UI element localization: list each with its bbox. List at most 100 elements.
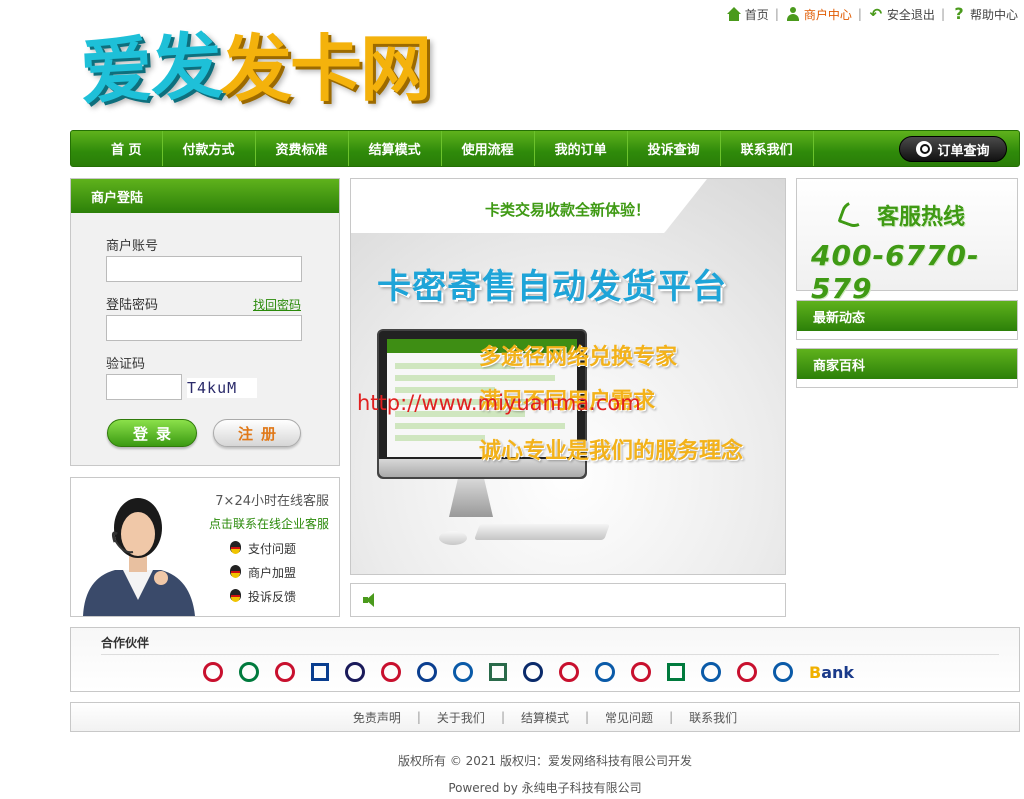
promo-banner[interactable]: 卡类交易收款全新体验！ 卡密寄售自动发货平台 多途径网络兑换专家 满足不同用户需…	[350, 178, 786, 575]
bank-logo-icon[interactable]	[203, 662, 223, 682]
keyboard-illustration	[474, 524, 610, 540]
footer-links: 免责声明 | 关于我们 | 结算模式 | 常见问题 | 联系我们	[70, 702, 1020, 732]
latest-news-box: 最新动态	[796, 300, 1018, 340]
banner-sub1: 多途径网络兑换专家	[479, 345, 678, 370]
hotline-box: 客服热线 400-6770-579	[796, 178, 1018, 305]
login-button[interactable]: 登录	[107, 419, 197, 447]
order-query-button[interactable]: 订单查询	[899, 136, 1007, 162]
partners-section: 合作伙伴 Bank	[70, 627, 1020, 692]
top-link-home[interactable]: 首页	[726, 6, 769, 23]
service-item-merchant-join[interactable]: 商户加盟	[229, 564, 296, 581]
search-icon	[916, 141, 933, 157]
top-link-merchant-center-label: 商户中心	[803, 7, 852, 22]
nav-item-process[interactable]: 使用流程	[442, 131, 535, 166]
user-icon	[785, 6, 801, 22]
order-query-label: 订单查询	[937, 143, 990, 159]
bank-logo-icon[interactable]	[275, 662, 295, 682]
qq-icon	[229, 589, 242, 604]
merchant-wiki-box: 商家百科	[796, 348, 1018, 388]
account-label: 商户账号	[106, 239, 159, 254]
footer-link-disclaimer[interactable]: 免责声明	[337, 709, 417, 726]
top-link-merchant-center[interactable]: 商户中心	[785, 6, 852, 23]
footer-link-faq[interactable]: 常见问题	[589, 709, 669, 726]
top-link-help-label: 帮助中心	[969, 7, 1018, 22]
question-mark-icon: ?	[954, 4, 964, 23]
bank-logo-bank[interactable]: Bank	[809, 663, 854, 682]
register-button[interactable]: 注册	[213, 419, 301, 447]
password-label: 登陆密码	[106, 298, 159, 313]
captcha-image[interactable]: T4kuM	[187, 378, 257, 398]
nav-item-complaints[interactable]: 投诉查询	[628, 131, 721, 166]
bank-logo-icon[interactable]	[631, 662, 651, 682]
service-item-payment[interactable]: 支付问题	[229, 540, 296, 557]
password-input[interactable]	[106, 315, 302, 341]
banner-tagline: 卡类交易收款全新体验！	[485, 201, 651, 219]
footer-link-contact[interactable]: 联系我们	[673, 709, 753, 726]
powered-by-text: Powered by 永纯电子科技有限公司	[448, 781, 642, 795]
mouse-illustration	[439, 531, 467, 545]
top-link-logout-label: 安全退出	[886, 7, 935, 22]
qq-icon	[229, 541, 242, 556]
separator: |	[940, 7, 945, 21]
login-panel: 商户登陆 商户账号 登陆密码 找回密码 验证码 T4kuM 登录 注册	[70, 178, 340, 466]
bank-logo-icon[interactable]	[381, 662, 401, 682]
bank-logo-icon[interactable]	[489, 663, 507, 681]
main-nav: 首 页 付款方式 资费标准 结算模式 使用流程 我的订单 投诉查询 联系我们 订…	[70, 130, 1020, 167]
bank-logo-text-ank: ank	[821, 662, 855, 682]
nav-item-home[interactable]: 首 页	[91, 131, 163, 166]
home-icon	[726, 6, 742, 22]
bank-logo-icon[interactable]	[559, 662, 579, 682]
account-input[interactable]	[106, 256, 302, 282]
service-item-label: 支付问题	[248, 542, 297, 556]
nav-item-payment-methods[interactable]: 付款方式	[163, 131, 256, 166]
footer-link-settlement[interactable]: 结算模式	[505, 709, 585, 726]
top-link-help[interactable]: ? 帮助中心	[951, 6, 1018, 23]
login-panel-title: 商户登陆	[71, 179, 339, 213]
banner-sub3: 诚心专业是我们的服务理念	[479, 439, 744, 464]
monitor-stand	[449, 479, 493, 517]
site-logo[interactable]: 爱发 发卡网	[78, 16, 432, 114]
customer-service-panel: 7×24小时在线客服 点击联系在线企业客服 支付问题 商户加盟 投诉反馈	[70, 477, 340, 617]
qq-icon	[229, 565, 242, 580]
hotline-title: 客服热线	[877, 205, 966, 230]
footer-link-about[interactable]: 关于我们	[421, 709, 501, 726]
hotline-number: 400-6770-579	[811, 239, 980, 305]
nav-item-fees[interactable]: 资费标准	[256, 131, 349, 166]
bank-logo-icon[interactable]	[523, 662, 543, 682]
top-links: 首页 | 商户中心 | ↶ 安全退出 | ? 帮助中心	[726, 4, 1018, 24]
separator: |	[774, 7, 779, 21]
bank-logo-icon[interactable]	[595, 662, 615, 682]
bank-logo-text-b: B	[809, 662, 822, 682]
logo-text-part1: 爱发	[78, 21, 223, 115]
bank-logo-icon[interactable]	[345, 662, 365, 682]
logo-text-part2: 发卡网	[220, 25, 432, 111]
top-link-logout[interactable]: ↶ 安全退出	[868, 6, 935, 23]
top-link-home-label: 首页	[744, 7, 769, 22]
service-item-label: 投诉反馈	[248, 590, 297, 604]
forgot-password-link[interactable]: 找回密码	[253, 296, 301, 313]
merchant-wiki-title[interactable]: 商家百科	[797, 349, 1017, 379]
bank-logo-icon[interactable]	[701, 662, 721, 682]
nav-item-settlement[interactable]: 结算模式	[349, 131, 442, 166]
separator: |	[857, 7, 862, 21]
bank-logo-icon[interactable]	[311, 663, 329, 681]
announcement-bar	[350, 583, 786, 617]
online-service-link[interactable]: 点击联系在线企业客服	[209, 515, 329, 532]
bank-logo-icon[interactable]	[773, 662, 793, 682]
bank-logo-icon[interactable]	[239, 662, 259, 682]
nav-item-my-orders[interactable]: 我的订单	[535, 131, 628, 166]
captcha-input[interactable]	[106, 374, 182, 400]
bank-logo-icon[interactable]	[417, 662, 437, 682]
watermark-text: http://www.miyuanma.com	[357, 391, 641, 415]
banner-headline: 卡密寄售自动发货平台	[377, 267, 727, 307]
phone-icon	[837, 197, 871, 231]
bank-logo-icon[interactable]	[737, 662, 757, 682]
service-title: 7×24小时在线客服	[215, 494, 329, 509]
service-item-complaint[interactable]: 投诉反馈	[229, 588, 296, 605]
service-agent-avatar	[83, 498, 195, 616]
bank-logo-icon[interactable]	[453, 662, 473, 682]
latest-news-title[interactable]: 最新动态	[797, 301, 1017, 331]
bank-logo-icon[interactable]	[667, 663, 685, 681]
nav-item-contact[interactable]: 联系我们	[721, 131, 814, 166]
copyright-text: 版权所有 © 2021 版权归：爱发网络科技有限公司开发	[398, 754, 692, 768]
